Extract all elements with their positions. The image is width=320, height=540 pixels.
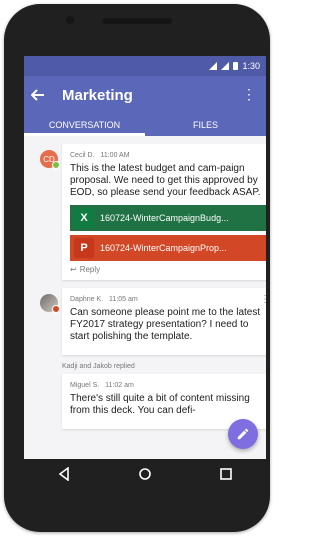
excel-icon: X <box>74 208 94 228</box>
pencil-icon <box>237 428 249 440</box>
phone-frame: 1:30 Marketing ⋮ CONVERSATION FILES CD C… <box>4 4 270 532</box>
attachment-label: 160724-WinterCampaignBudg... <box>100 213 229 223</box>
attachment-label: 160724-WinterCampaignProp... <box>100 243 227 253</box>
nav-back-icon[interactable] <box>56 466 72 482</box>
app-screen: 1:30 Marketing ⋮ CONVERSATION FILES CD C… <box>24 56 266 459</box>
tab-conversation[interactable]: CONVERSATION <box>24 114 145 136</box>
tab-files-label: FILES <box>192 120 218 130</box>
app-bar: Marketing ⋮ <box>24 76 266 114</box>
message-author: Daphne K. <box>70 296 104 303</box>
reply-icon: ↩ <box>70 265 77 274</box>
signal-icon <box>209 62 218 70</box>
status-bar: 1:30 <box>24 56 266 76</box>
message-author: Cecil D. <box>70 152 95 159</box>
message-card: ⋮ Daphne K. 11:05 am Can someone please … <box>40 288 266 355</box>
message-author: Miguel S. <box>70 382 100 389</box>
channel-title: Marketing <box>62 86 133 104</box>
reply-button[interactable]: ↩ Reply <box>70 265 266 274</box>
more-options-icon[interactable]: ⋮ <box>260 294 266 305</box>
message-text: Can someone please point me to the lates… <box>70 307 261 342</box>
tab-files[interactable]: FILES <box>145 114 266 136</box>
avatar[interactable] <box>40 294 60 313</box>
avatar[interactable]: CD <box>40 150 60 169</box>
compose-button[interactable] <box>228 419 258 449</box>
wifi-icon <box>221 62 230 70</box>
speaker <box>102 18 172 24</box>
status-time: 1:30 <box>242 61 260 71</box>
presence-icon <box>52 305 60 313</box>
tab-conversation-label: CONVERSATION <box>48 120 121 130</box>
reply-summary[interactable]: Kadji and Jakob replied <box>62 363 266 370</box>
message-text: This is the latest budget and cam-paign … <box>70 163 261 198</box>
nav-home-icon[interactable] <box>137 466 153 482</box>
message-time: 11:05 am <box>109 296 138 303</box>
camera <box>66 16 74 24</box>
message-card: CD Cecil D. 11:00 AM This is the latest … <box>40 144 266 280</box>
reply-label: Reply <box>79 265 101 274</box>
presence-icon <box>52 161 60 169</box>
message-time: 11:02 am <box>105 382 134 389</box>
nav-recents-icon[interactable] <box>218 466 234 482</box>
attachment-excel[interactable]: X 160724-WinterCampaignBudg... <box>70 205 266 231</box>
conversation-list: CD Cecil D. 11:00 AM This is the latest … <box>24 136 266 429</box>
battery-icon <box>233 62 239 70</box>
message-time: 11:00 AM <box>100 152 130 159</box>
android-nav-bar <box>24 459 266 489</box>
attachment-ppt[interactable]: P 160724-WinterCampaignProp... <box>70 235 266 261</box>
tab-bar: CONVERSATION FILES <box>24 114 266 136</box>
more-options-icon[interactable]: ⋮ <box>242 86 256 103</box>
message-text: There's still quite a bit of content mis… <box>70 393 250 416</box>
back-arrow-icon[interactable] <box>24 88 52 102</box>
powerpoint-icon: P <box>74 238 94 258</box>
